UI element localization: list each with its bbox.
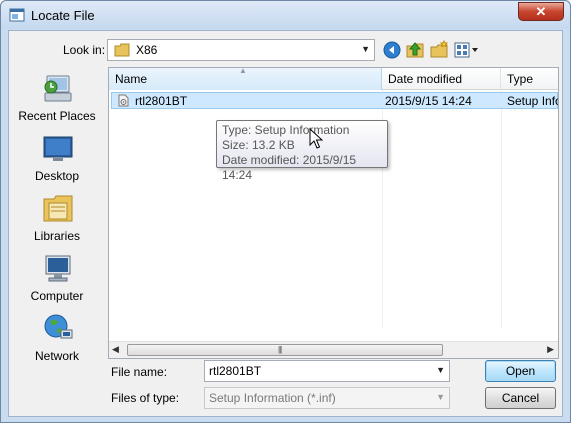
file-list-header: ▲ Name Date modified Type — [109, 68, 558, 90]
look-in-label: Look in: — [63, 43, 106, 57]
place-computer[interactable]: Computer — [9, 253, 105, 311]
chevron-down-icon: ▼ — [436, 392, 445, 402]
network-icon — [44, 314, 73, 339]
column-header-type[interactable]: Type — [501, 68, 558, 90]
file-info-tooltip: Type: Setup Information Size: 13.2 KB Da… — [216, 120, 388, 182]
file-name-cell: rtl2801BT — [135, 94, 188, 108]
setup-information-file-icon — [118, 94, 129, 107]
place-label: Recent Places — [18, 109, 96, 123]
tooltip-date: Date modified: 2015/9/15 14:24 — [222, 153, 357, 182]
scrollbar-thumb[interactable]: ||| — [127, 344, 443, 356]
computer-icon — [45, 255, 71, 282]
place-desktop[interactable]: Desktop — [9, 133, 105, 191]
place-label: Network — [34, 349, 79, 363]
desktop-icon — [43, 136, 73, 161]
back-button[interactable] — [382, 40, 402, 60]
file-type-dropdown[interactable]: Setup Information (*.inf) ▼ — [204, 387, 450, 409]
file-type-cell: Setup Info — [507, 94, 559, 108]
close-icon: ✕ — [535, 4, 547, 19]
view-menu-button[interactable] — [453, 40, 481, 60]
new-folder-icon — [430, 39, 449, 58]
place-label: Computer — [30, 289, 84, 303]
file-row[interactable]: rtl2801BT 2015/9/15 14:24 Setup Info — [111, 92, 558, 109]
place-label: Libraries — [33, 229, 81, 243]
place-label: Desktop — [34, 169, 80, 183]
horizontal-scrollbar[interactable]: ◀ ||| ▶ — [109, 341, 558, 358]
column-divider — [501, 90, 502, 328]
open-button[interactable]: Open — [485, 360, 556, 382]
folder-icon — [114, 43, 130, 57]
title-bar[interactable]: Locate File ✕ — [1, 1, 570, 29]
file-name-value: rtl2801BT — [209, 364, 262, 378]
view-menu-icon — [454, 42, 478, 58]
app-window-icon — [9, 8, 25, 22]
place-network[interactable]: Network — [9, 313, 105, 371]
tooltip-size: Size: 13.2 KB — [222, 138, 295, 152]
chevron-down-icon: ▼ — [361, 44, 370, 54]
libraries-icon — [43, 195, 73, 222]
file-date-cell: 2015/9/15 14:24 — [385, 94, 472, 108]
place-libraries[interactable]: Libraries — [9, 193, 105, 251]
up-folder-button[interactable] — [405, 40, 425, 60]
file-type-label: Files of type: — [111, 391, 180, 405]
window-title: Locate File — [31, 8, 95, 23]
places-bar: Recent Places Desktop Libraries Computer… — [9, 69, 105, 363]
up-folder-icon — [406, 42, 424, 58]
chevron-down-icon[interactable]: ▼ — [436, 365, 445, 375]
mouse-cursor-icon — [309, 128, 323, 149]
new-folder-button[interactable] — [429, 39, 449, 60]
locate-file-dialog: Locate File ✕ Look in: X86 ▼ Recent Plac… — [0, 0, 571, 423]
close-button[interactable]: ✕ — [518, 2, 564, 21]
recent-places-icon — [44, 75, 72, 102]
dialog-body: Look in: X86 ▼ Recent Places Desktop Lib… — [8, 30, 563, 417]
look-in-value: X86 — [136, 43, 158, 57]
place-recent-places[interactable]: Recent Places — [9, 73, 105, 131]
file-type-value: Setup Information (*.inf) — [209, 391, 336, 405]
file-name-field[interactable]: rtl2801BT ▼ — [204, 360, 450, 382]
scroll-right-icon[interactable]: ▶ — [547, 344, 554, 355]
column-header-name[interactable]: ▲ Name — [109, 68, 382, 90]
sort-ascending-icon: ▲ — [239, 67, 247, 75]
cancel-button[interactable]: Cancel — [485, 387, 556, 409]
look-in-dropdown[interactable]: X86 ▼ — [107, 39, 375, 61]
column-header-date-modified[interactable]: Date modified — [382, 68, 501, 90]
tooltip-type: Type: Setup Information — [222, 123, 350, 137]
back-icon — [383, 41, 401, 59]
file-name-label: File name: — [111, 365, 168, 379]
scroll-left-icon[interactable]: ◀ — [112, 344, 119, 355]
file-list[interactable]: ▲ Name Date modified Type rtl2801BT 2015… — [108, 67, 559, 359]
scrollbar-grip: ||| — [278, 345, 282, 354]
